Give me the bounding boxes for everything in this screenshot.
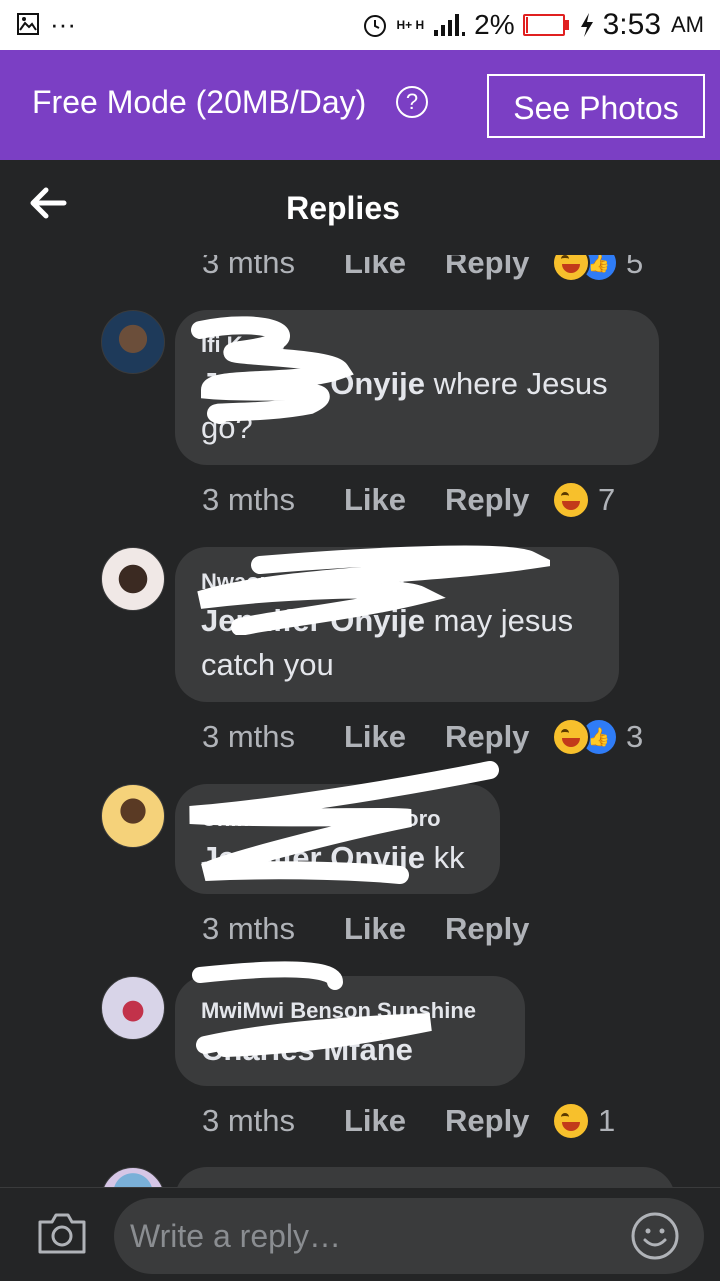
free-mode-text: Free Mode (20MB/Day): [32, 84, 367, 120]
like-button[interactable]: Like: [344, 719, 445, 755]
status-right: H+ H 2% 3:53 AM: [362, 8, 704, 42]
see-photos-button[interactable]: See Photos: [487, 74, 705, 138]
comment-time: 3 mths: [202, 719, 296, 754]
like-button[interactable]: Like: [344, 911, 445, 947]
free-mode-banner: Free Mode (20MB/Day) ? See Photos: [0, 50, 720, 160]
comment-bubble: Ifi Kesty Jennifer Onyije where Jesus go…: [175, 310, 659, 465]
status-left: ···: [16, 9, 76, 39]
gallery-notification-icon: [17, 13, 39, 35]
comment-text: Charles Mfane: [201, 1028, 499, 1072]
like-button[interactable]: Like: [344, 1103, 445, 1139]
comment-time: 3 mths: [202, 1103, 296, 1138]
avatar[interactable]: [101, 310, 165, 374]
reaction-summary[interactable]: 1: [552, 1102, 615, 1140]
mention-link[interactable]: Jennifer Onyije: [201, 840, 425, 875]
comment-text: Jennifer Onyije may jesus catch you: [201, 599, 593, 687]
comment-text: Jennifer Onyije where Jesus go?: [201, 362, 633, 450]
like-button[interactable]: Like: [344, 255, 445, 281]
comment-meta: 3 mths Like Reply 👍 3: [202, 717, 643, 757]
status-bar: ··· H+ H 2% 3:53 AM: [0, 0, 720, 50]
reaction-summary[interactable]: 👍 5: [552, 255, 643, 282]
charging-icon: [580, 13, 593, 37]
haha-reaction-icon: [552, 255, 590, 282]
comment-author[interactable]: Ifi Kesty: [201, 332, 633, 358]
mention-link[interactable]: Charles Mfane: [201, 1032, 413, 1067]
haha-reaction-icon: [552, 718, 590, 756]
mention-link[interactable]: Jennifer Onyije: [201, 366, 425, 401]
reply-button[interactable]: Reply: [445, 482, 552, 518]
mention-link[interactable]: Jennifer Onyije: [201, 603, 425, 638]
comment-time: 3 mths: [202, 911, 296, 946]
comment-meta: 3 mths Like Reply 7: [202, 480, 615, 520]
comment-text: Jennifer Onyije kk: [201, 836, 474, 880]
battery-level: [525, 17, 528, 33]
reaction-count: 5: [626, 255, 644, 280]
reaction-count: 1: [598, 1103, 616, 1138]
reply-composer: [0, 1187, 720, 1281]
comment-author[interactable]: MwiMwi Benson Sunshine: [201, 998, 499, 1024]
replies-header: Replies: [0, 160, 720, 255]
avatar[interactable]: [101, 1167, 165, 1187]
more-notifications-icon: ···: [50, 9, 76, 39]
replies-list[interactable]: 3 mths Like Reply 👍 5 Ifi Kesty Jennifer…: [0, 255, 720, 1187]
reply-button[interactable]: Reply: [445, 719, 552, 755]
comment-bubble: MwiMwi Benson Sunshine Charles Mfane: [175, 976, 525, 1086]
comment-bubble: Chimmachukwu Okoro Jennifer Onyije kk: [175, 784, 500, 894]
like-button[interactable]: Like: [344, 482, 445, 518]
avatar[interactable]: [101, 976, 165, 1040]
signal-icon: [434, 14, 466, 36]
reaction-summary[interactable]: 👍 3: [552, 718, 643, 756]
reaction-summary[interactable]: 7: [552, 481, 615, 519]
comment-bubble: Nwaonuma Michael Jennifer Onyije may jes…: [175, 547, 619, 702]
reply-button[interactable]: Reply: [445, 1103, 552, 1139]
network-type: H+ H: [396, 18, 425, 32]
comment-time: 3 mths: [202, 255, 296, 280]
clock-ampm: AM: [671, 12, 704, 37]
page-title: Replies: [286, 190, 400, 226]
comment-meta: 3 mths Like Reply 1: [202, 1101, 615, 1141]
comment-meta: 3 mths Like Reply 👍 5: [202, 255, 643, 283]
help-icon[interactable]: ?: [396, 86, 428, 118]
reply-button[interactable]: Reply: [445, 255, 552, 281]
comment-author[interactable]: Nwaonuma Michael: [201, 569, 593, 595]
reply-input[interactable]: [114, 1198, 704, 1274]
reaction-count: 3: [626, 719, 644, 754]
battery-icon: [522, 14, 569, 36]
avatar[interactable]: [101, 547, 165, 611]
haha-reaction-icon: [552, 1102, 590, 1140]
comment-meta: 3 mths Like Reply: [202, 909, 552, 949]
alarm-icon: [364, 15, 387, 37]
haha-reaction-icon: [552, 481, 590, 519]
comment-body: kk: [424, 840, 465, 875]
comment-time: 3 mths: [202, 482, 296, 517]
comment-bubble: [175, 1167, 675, 1187]
clock-time: 3:53: [602, 8, 661, 41]
reply-button[interactable]: Reply: [445, 911, 552, 947]
avatar[interactable]: [101, 784, 165, 848]
camera-icon[interactable]: [36, 1210, 88, 1256]
battery-percent: 2%: [474, 9, 515, 40]
comment-author[interactable]: Chimmachukwu Okoro: [201, 806, 474, 832]
reaction-count: 7: [598, 482, 616, 517]
smiley-icon[interactable]: [630, 1211, 680, 1261]
